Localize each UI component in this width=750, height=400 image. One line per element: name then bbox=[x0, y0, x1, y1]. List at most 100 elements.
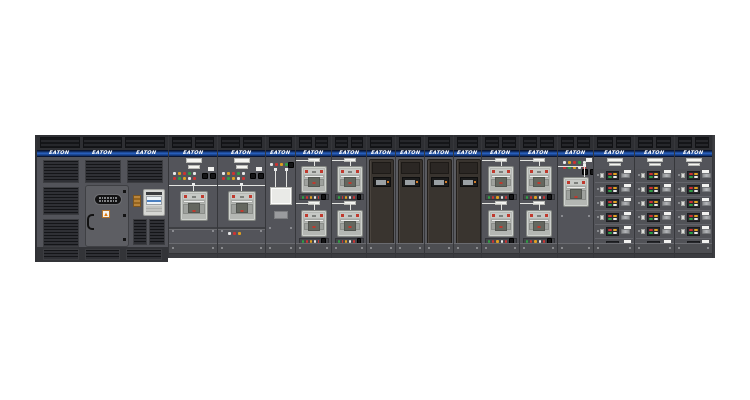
breaker-top-strip bbox=[491, 169, 511, 174]
kick-plate bbox=[520, 243, 557, 254]
feeder-indicator-module bbox=[647, 227, 660, 236]
top-vent-band bbox=[635, 135, 674, 150]
unit-nameplate bbox=[664, 198, 671, 201]
breaker-red-mark bbox=[232, 195, 235, 198]
breaker-rating-plate bbox=[192, 196, 196, 198]
brand-logo: EATON bbox=[565, 151, 586, 156]
screw bbox=[269, 247, 271, 249]
hmi-display bbox=[376, 180, 386, 185]
feeder-unit-row bbox=[676, 197, 711, 211]
section-drive-section-3: EATON bbox=[424, 135, 453, 258]
indicator-row bbox=[173, 177, 196, 180]
mimic-bus-line bbox=[501, 203, 502, 210]
brand-band: EATON bbox=[454, 150, 481, 157]
unit-button bbox=[600, 215, 604, 220]
indicator-led bbox=[222, 177, 225, 180]
screw bbox=[514, 247, 516, 249]
indicator-led bbox=[237, 172, 240, 175]
indicator-led bbox=[654, 173, 658, 175]
vent-grille bbox=[428, 137, 450, 148]
base-strip bbox=[266, 254, 295, 258]
section-breaker-section-2: EATON bbox=[217, 135, 265, 258]
pushbutton bbox=[547, 194, 552, 200]
breaker-red-mark bbox=[320, 214, 323, 217]
unit-button bbox=[681, 229, 685, 234]
top-vent-band bbox=[332, 135, 366, 150]
hinge bbox=[123, 238, 126, 241]
section-breaker-section-1: EATON bbox=[168, 135, 217, 258]
screw bbox=[588, 215, 590, 217]
brand-logo: EATON bbox=[371, 151, 392, 156]
drawout-circuit-breaker bbox=[488, 166, 514, 193]
section-breaker-section-3: EATON bbox=[557, 135, 593, 258]
screw bbox=[448, 247, 450, 249]
top-vent-band bbox=[425, 135, 453, 150]
screw bbox=[485, 247, 487, 249]
mimic-bus-line bbox=[482, 160, 501, 161]
unit-button bbox=[641, 201, 645, 206]
screw bbox=[669, 247, 671, 249]
brand-logo: EATON bbox=[604, 151, 625, 156]
breaker-top-strip bbox=[183, 194, 205, 199]
connector-pin bbox=[113, 197, 115, 199]
indicator-led bbox=[654, 215, 658, 217]
connector-receptacle-oval bbox=[94, 194, 122, 205]
indicator-led bbox=[613, 201, 617, 203]
breaker-handle bbox=[621, 215, 630, 220]
brand-band: EATON bbox=[558, 150, 593, 157]
indicator-strip bbox=[299, 194, 329, 200]
breaker-red-mark bbox=[249, 195, 252, 198]
brand-logo: EATON bbox=[92, 151, 113, 156]
breaker-rating-plate bbox=[312, 171, 316, 173]
brand-band: EATON bbox=[635, 150, 674, 157]
unit-nameplate bbox=[624, 184, 631, 187]
feeder-indicator-module bbox=[687, 185, 700, 194]
breaker-top-strip bbox=[304, 169, 324, 174]
indicator-led bbox=[608, 190, 612, 192]
feeder-indicator-module bbox=[647, 171, 660, 180]
indicator-led bbox=[649, 215, 653, 217]
breaker-rating-plate bbox=[312, 215, 316, 217]
breaker-red-mark bbox=[530, 214, 533, 217]
vent-grille bbox=[597, 137, 613, 148]
breaker-red-mark bbox=[201, 195, 204, 198]
breaker-red-mark bbox=[305, 170, 308, 173]
top-vent-band bbox=[396, 135, 424, 150]
breaker-face bbox=[566, 190, 586, 200]
pushbutton bbox=[509, 194, 514, 200]
breaker-red-mark bbox=[492, 170, 495, 173]
feeder-indicator-module bbox=[647, 199, 660, 208]
hmi-screen bbox=[460, 177, 478, 187]
indicator-led bbox=[534, 196, 536, 199]
screw bbox=[370, 247, 372, 249]
drive-top-panel bbox=[430, 162, 449, 174]
breaker-status-dot bbox=[538, 182, 541, 184]
feeder-unit-row bbox=[676, 225, 711, 239]
screw bbox=[457, 247, 459, 249]
screw bbox=[399, 247, 401, 249]
unit-button bbox=[681, 201, 685, 206]
indicator-led bbox=[578, 161, 581, 164]
unit-button bbox=[641, 229, 645, 234]
breaker-status-dot bbox=[349, 226, 352, 228]
meter-top-strip bbox=[146, 192, 162, 195]
vent-grille bbox=[370, 137, 392, 148]
indicator-led bbox=[539, 196, 541, 199]
unit-button bbox=[681, 173, 685, 178]
indicator-led bbox=[613, 190, 617, 192]
indicator-cluster bbox=[173, 172, 196, 180]
top-vent-band bbox=[218, 135, 265, 150]
indicator-led bbox=[492, 196, 494, 199]
vent-grille bbox=[616, 137, 632, 148]
mimic-bus-line bbox=[332, 203, 350, 204]
breaker-face bbox=[304, 179, 324, 186]
unit-nameplate bbox=[624, 170, 631, 173]
meter-keys bbox=[146, 206, 162, 212]
nameplate bbox=[647, 158, 663, 162]
connector-pin bbox=[104, 200, 106, 202]
indicator-led bbox=[349, 196, 351, 199]
kick-plate bbox=[675, 243, 712, 254]
breaker-face bbox=[529, 179, 549, 186]
indicator-led bbox=[275, 163, 278, 166]
hinge bbox=[123, 190, 126, 193]
